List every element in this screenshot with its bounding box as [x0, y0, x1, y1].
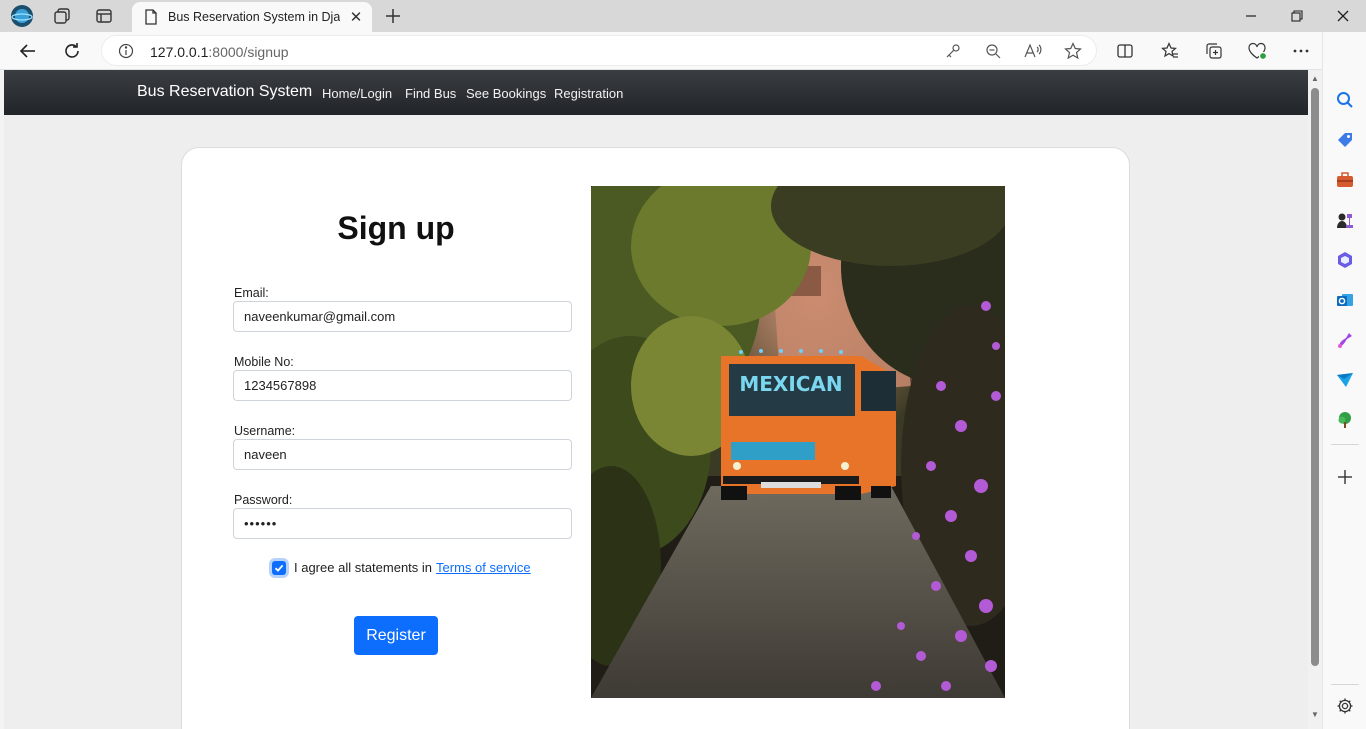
password-field[interactable] [233, 508, 572, 539]
tab-title: Bus Reservation System in Django [168, 10, 340, 24]
refresh-icon[interactable] [60, 39, 84, 63]
send-drop-icon[interactable] [1334, 369, 1356, 391]
minimize-icon[interactable] [1241, 6, 1261, 26]
zoom-out-icon[interactable] [983, 41, 1003, 61]
page-title: Sign up [337, 210, 455, 246]
page-scrollbar[interactable]: ▲ ▼ [1308, 70, 1322, 729]
nav-link-find-bus[interactable]: Find Bus [405, 86, 456, 101]
register-button[interactable]: Register [354, 616, 438, 655]
add-sidebar-app-icon[interactable] [1334, 466, 1356, 488]
scroll-thumb[interactable] [1311, 88, 1319, 666]
site-navbar: Bus Reservation System Home/Login Find B… [4, 70, 1308, 115]
check-icon [274, 564, 284, 572]
username-field[interactable] [233, 439, 572, 470]
email-label: Email: [234, 286, 269, 300]
username-label: Username: [234, 424, 296, 438]
page-viewport: Bus Reservation System Home/Login Find B… [4, 70, 1308, 729]
search-icon[interactable] [1334, 89, 1356, 111]
more-options-icon[interactable] [1289, 39, 1313, 63]
browser-tab-bar: Bus Reservation System in Django ✕ [0, 0, 1366, 32]
agree-checkbox[interactable] [272, 560, 286, 575]
sidebar-divider [1331, 444, 1359, 445]
bus-photo: MEXICAN [591, 186, 1005, 698]
edge-sidebar [1322, 32, 1366, 729]
tools-briefcase-icon[interactable] [1334, 169, 1356, 191]
settings-gear-icon[interactable] [1334, 695, 1356, 717]
site-brand[interactable]: Bus Reservation System [137, 83, 312, 101]
read-aloud-icon[interactable] [1023, 41, 1043, 61]
restore-icon[interactable] [1287, 6, 1307, 26]
browser-essentials-icon[interactable] [1246, 39, 1270, 63]
password-key-icon[interactable] [943, 41, 963, 61]
address-bar[interactable]: 127.0.0.1:8000/signup [101, 35, 1097, 66]
browser-toolbar: 127.0.0.1:8000/signup [0, 32, 1366, 70]
signup-card: Sign up Email: Mobile No: Username: Pass… [181, 147, 1130, 729]
tree-icon[interactable] [1334, 409, 1356, 431]
page-favicon-icon [144, 9, 158, 30]
sidebar-divider-bottom [1331, 684, 1359, 685]
tab-close-icon[interactable]: ✕ [348, 8, 364, 26]
mobile-field[interactable] [233, 370, 572, 401]
url-text: 127.0.0.1:8000/signup [150, 44, 289, 60]
url-path: :8000/signup [208, 44, 289, 60]
nav-link-registration[interactable]: Registration [554, 86, 623, 101]
site-info-icon[interactable] [116, 41, 136, 61]
scroll-up-icon[interactable]: ▲ [1310, 74, 1320, 84]
email-field[interactable] [233, 301, 572, 332]
mobile-label: Mobile No: [234, 355, 294, 369]
back-icon[interactable] [16, 39, 40, 63]
nav-link-see-bookings[interactable]: See Bookings [466, 86, 546, 101]
bus-destination-text: MEXICAN [739, 372, 842, 396]
favorites-icon[interactable] [1158, 39, 1182, 63]
window-close-icon[interactable] [1333, 6, 1353, 26]
agree-text: I agree all statements in [294, 560, 433, 575]
microsoft365-icon[interactable] [1334, 249, 1356, 271]
favorite-star-icon[interactable] [1063, 41, 1083, 61]
split-screen-icon[interactable] [1113, 39, 1137, 63]
games-icon[interactable] [1334, 209, 1356, 231]
tab-actions-icon[interactable] [92, 4, 116, 28]
workspaces-icon[interactable] [50, 4, 74, 28]
nav-link-home-login[interactable]: Home/Login [322, 86, 392, 101]
collections-icon[interactable] [1202, 39, 1226, 63]
terms-of-service-link[interactable]: Terms of service [436, 560, 531, 575]
url-host: 127.0.0.1 [150, 44, 209, 60]
outlook-icon[interactable] [1334, 289, 1356, 311]
scroll-down-icon[interactable]: ▼ [1310, 710, 1320, 720]
profile-avatar-icon[interactable] [10, 4, 34, 28]
shopping-tag-icon[interactable] [1334, 129, 1356, 151]
tab-active[interactable]: Bus Reservation System in Django ✕ [132, 2, 372, 32]
designer-icon[interactable] [1334, 329, 1356, 351]
terms-agreement: I agree all statements in Terms of servi… [272, 560, 531, 575]
new-tab-icon[interactable] [381, 4, 405, 28]
password-label: Password: [234, 493, 293, 507]
